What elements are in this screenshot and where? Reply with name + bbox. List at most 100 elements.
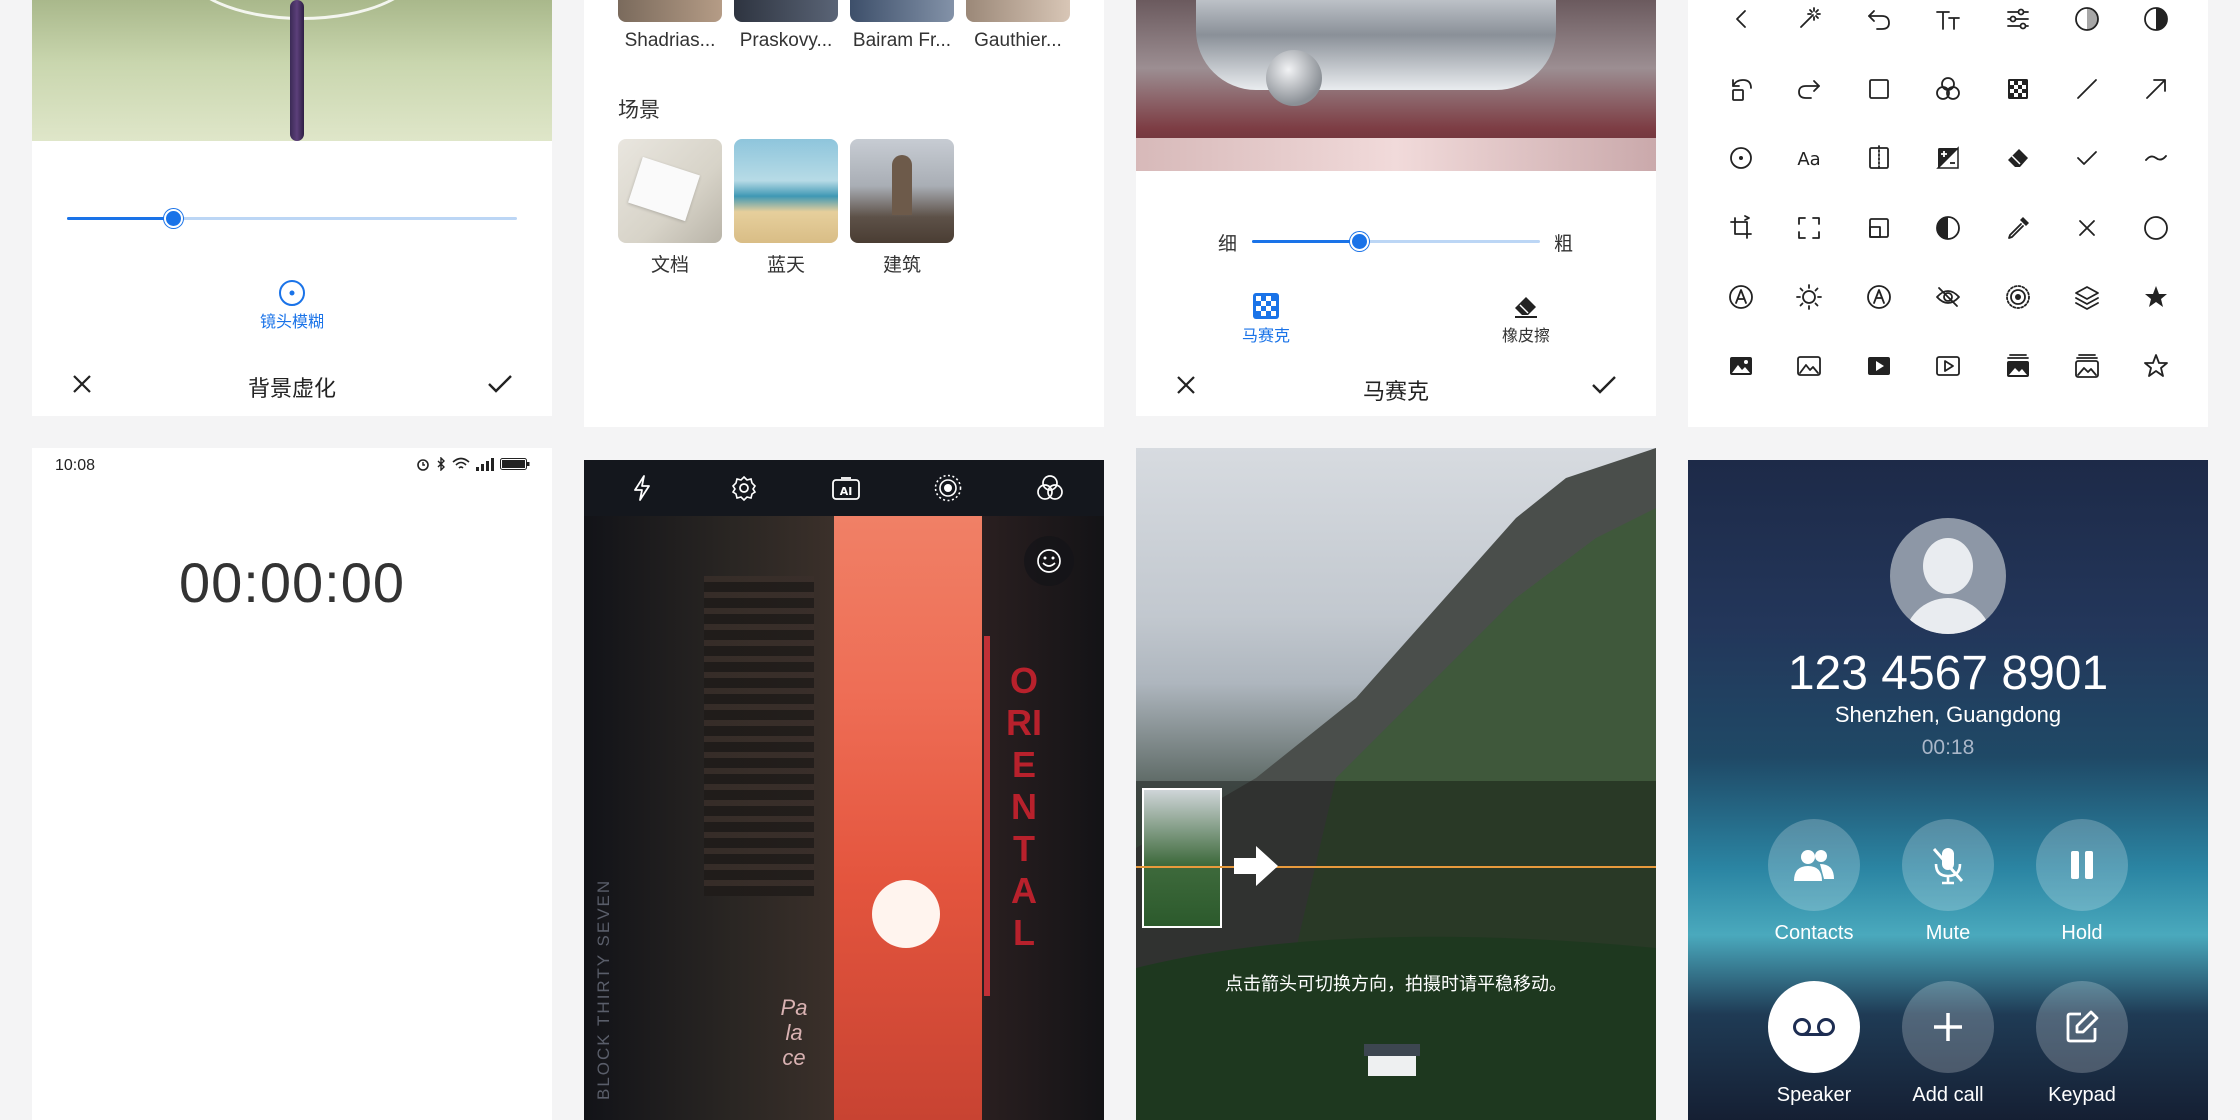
brush-size-slider[interactable] — [1252, 232, 1540, 251]
status-time: 10:08 — [55, 457, 96, 474]
image-icon[interactable] — [1789, 346, 1829, 386]
person-name: Bairam Fr... — [852, 30, 952, 51]
icon-grid: Aa — [1688, 0, 2208, 400]
gallery-icon[interactable] — [2067, 346, 2107, 386]
fullscreen-icon[interactable] — [1789, 208, 1829, 248]
mosaic-editor-panel: 细 粗 马赛克 橡皮擦 马赛克 — [1136, 0, 1656, 416]
contrast-dots-icon[interactable] — [2067, 0, 2107, 39]
confirm-check-icon[interactable] — [1584, 365, 1624, 405]
lens-blur-tab[interactable]: 镜头模糊 — [192, 278, 392, 332]
brightness-icon[interactable] — [1789, 277, 1829, 317]
mic-off-icon — [1932, 848, 1964, 885]
settings-icon[interactable] — [724, 468, 764, 508]
mosaic-tool-button[interactable]: 马赛克 — [1216, 290, 1316, 346]
aperture-icon[interactable] — [1998, 277, 2038, 317]
blur-slider-thumb[interactable] — [164, 209, 183, 228]
speaker-button[interactable] — [1768, 981, 1860, 1073]
ai-icon[interactable]: AI — [826, 468, 866, 508]
sun — [872, 880, 940, 948]
smiley-icon[interactable] — [1024, 536, 1074, 586]
mosaic-tool-label: 马赛克 — [1241, 328, 1290, 345]
exposure-icon[interactable] — [1928, 138, 1968, 178]
close-icon[interactable] — [2067, 208, 2107, 248]
resize-icon[interactable] — [1859, 208, 1899, 248]
call-duration: 00:18 — [1921, 736, 1975, 759]
mirror-icon[interactable] — [1859, 138, 1899, 178]
star-filled-icon[interactable] — [2136, 277, 2176, 317]
panel-title: 背景虚化 — [247, 376, 336, 401]
line-icon[interactable] — [2067, 69, 2107, 109]
video-icon[interactable] — [1928, 346, 1968, 386]
eraser-tool-label: 橡皮擦 — [1501, 328, 1550, 345]
lens-blur-label: 镜头模糊 — [259, 314, 324, 331]
edited-photo — [32, 0, 552, 141]
person-thumbnail[interactable] — [734, 0, 838, 22]
brush-size-thumb[interactable] — [1350, 232, 1369, 251]
live-icon[interactable] — [928, 468, 968, 508]
hold-button[interactable] — [2036, 819, 2128, 911]
undo-icon[interactable] — [1859, 0, 1899, 39]
plus-icon — [1934, 1013, 1962, 1041]
curve-icon[interactable] — [2136, 138, 2176, 178]
square-icon[interactable] — [1859, 69, 1899, 109]
sliders-icon[interactable] — [1998, 0, 2038, 39]
filter-icon[interactable] — [1928, 69, 1968, 109]
confirm-check-icon[interactable] — [480, 364, 520, 404]
scene-thumbnail-building[interactable] — [850, 139, 954, 243]
person-thumbnail[interactable] — [618, 0, 722, 22]
contacts-button[interactable] — [1768, 819, 1860, 911]
keypad-button[interactable] — [2036, 981, 2128, 1073]
scene-thumbnail-document[interactable] — [618, 139, 722, 243]
icon-library-panel: Aa — [1688, 0, 2208, 427]
star-icon[interactable] — [2136, 346, 2176, 386]
eyedropper-icon[interactable] — [1998, 208, 2038, 248]
mute-button[interactable] — [1902, 819, 1994, 911]
person-thumbnail[interactable] — [850, 0, 954, 22]
scene-heading: 场景 — [618, 99, 660, 122]
arrow-right-icon[interactable] — [1230, 840, 1282, 892]
mosaic-icon[interactable] — [1998, 69, 2038, 109]
redo-icon[interactable] — [1789, 69, 1829, 109]
video-filled-icon[interactable] — [1859, 346, 1899, 386]
filter-icon[interactable] — [1030, 468, 1070, 508]
layers-icon[interactable] — [2067, 277, 2107, 317]
half-circle-icon[interactable] — [2136, 0, 2176, 39]
check-icon[interactable] — [2067, 138, 2107, 178]
bluetooth-icon — [437, 457, 445, 471]
chevron-left-icon[interactable] — [1721, 0, 1761, 39]
close-icon[interactable] — [62, 364, 102, 404]
gallery-filled-icon[interactable] — [1998, 346, 2038, 386]
battery-icon — [500, 458, 530, 470]
thin-label: 细 — [1218, 234, 1238, 255]
close-icon[interactable] — [1166, 365, 1206, 405]
text-size-icon[interactable] — [1928, 0, 1968, 39]
eraser-icon[interactable] — [1998, 138, 2038, 178]
crop-rotate-icon[interactable] — [1721, 208, 1761, 248]
caller-location: Shenzhen, Guangdong — [1834, 702, 2062, 727]
pause-icon — [2071, 851, 2093, 879]
target-icon[interactable] — [1721, 138, 1761, 178]
pen-circle-icon[interactable] — [1721, 277, 1761, 317]
blur-slider[interactable] — [67, 209, 517, 228]
edited-photo — [1136, 0, 1656, 171]
hide-icon[interactable] — [1928, 277, 1968, 317]
image-filled-icon[interactable] — [1721, 346, 1761, 386]
font-icon[interactable]: Aa — [1789, 138, 1829, 178]
eraser-tool-button[interactable]: 橡皮擦 — [1476, 290, 1576, 346]
scene-thumbnail-sky[interactable] — [734, 139, 838, 243]
camera-toolbar: AI — [584, 460, 1104, 516]
panorama-hint: 点击箭头可切换方向，拍摄时请平稳移动。 — [1225, 974, 1567, 994]
person-thumbnail[interactable] — [966, 0, 1070, 22]
magic-wand-icon[interactable] — [1789, 0, 1829, 39]
add-call-button[interactable] — [1902, 981, 1994, 1073]
arrow-icon[interactable] — [2136, 69, 2176, 109]
contrast-icon[interactable] — [1928, 208, 1968, 248]
sunset-sky — [834, 516, 984, 1120]
gallery-albums-panel: Shadrias... Praskovy... Bairam Fr... Gau… — [584, 0, 1104, 427]
thick-label: 粗 — [1554, 234, 1574, 255]
rotate-icon[interactable] — [1721, 69, 1761, 109]
flash-icon[interactable] — [622, 468, 662, 508]
auto-text-icon[interactable] — [1859, 277, 1899, 317]
circle-icon[interactable] — [2136, 208, 2176, 248]
avatar — [1890, 518, 2006, 634]
